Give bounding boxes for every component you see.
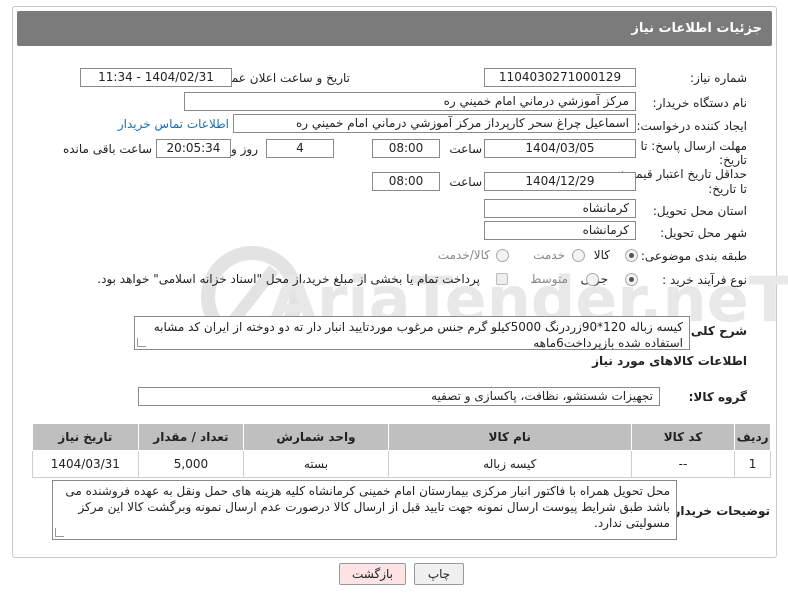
deadline-label-1: مهلت ارسال پاسخ: تا xyxy=(640,139,747,153)
process-radio-medium[interactable] xyxy=(586,273,599,286)
goods-table: ردیف کد کالا نام کالا واحد شمارش تعداد /… xyxy=(32,423,771,478)
goods-group-label: گروه کالا: xyxy=(688,390,747,404)
buyer-org-field: مرکز آموزشي درماني امام خميني ره xyxy=(184,92,636,111)
table-row: 1 -- کیسه زباله بسته 5,000 1404/03/31 xyxy=(32,450,771,478)
process-radio-minor[interactable] xyxy=(625,273,638,286)
category-label: طبقه بندی موضوعی: xyxy=(640,249,747,263)
notes-resize-handle[interactable] xyxy=(55,528,64,537)
remaining-time-field: 20:05:34 xyxy=(156,139,231,158)
treasury-payment-note: پرداخت تمام یا بخشی از مبلغ خرید،از محل … xyxy=(97,272,480,286)
buyer-contact-link[interactable]: اطلاعات تماس خریدار xyxy=(118,117,229,131)
deadline-time-label: ساعت xyxy=(449,142,482,156)
validity-time-label: ساعت xyxy=(449,175,482,189)
days-remaining-field: 4 xyxy=(266,139,334,158)
panel-header: جزئیات اطلاعات نیاز xyxy=(17,11,772,46)
validity-date-field: 1404/12/29 xyxy=(484,172,636,191)
process-option-medium: متوسط xyxy=(530,272,568,286)
cell-date: 1404/03/31 xyxy=(32,450,139,478)
city-label: شهر محل تحویل: xyxy=(660,226,747,240)
process-type-label: نوع فرآیند خرید : xyxy=(662,273,747,287)
print-button[interactable]: چاپ xyxy=(414,563,464,585)
category-radio-goods-service[interactable] xyxy=(496,249,509,262)
cell-qty: 5,000 xyxy=(137,450,245,478)
panel-title: جزئیات اطلاعات نیاز xyxy=(631,21,762,36)
requester-field: اسماعيل چراغ سحر کارپرداز مرکز آموزشي در… xyxy=(233,114,636,133)
goods-section-title: اطلاعات کالاهای مورد نیاز xyxy=(592,354,747,368)
category-radio-goods[interactable] xyxy=(625,249,638,262)
deadline-label-2: تاریخ: xyxy=(719,153,747,167)
goods-group-field: تجهیزات شستشو، نظافت، پاکسازی و تصفیه xyxy=(138,387,660,406)
remaining-time-label: ساعت باقی مانده xyxy=(62,142,152,156)
buyer-notes-label: توضیحات خریدار: xyxy=(668,504,770,518)
need-number-label: شماره نیاز: xyxy=(690,71,747,85)
need-number-field: 1104030271000129 xyxy=(484,68,636,87)
announce-date-field: 1404/02/31 - 11:34 xyxy=(80,68,232,87)
category-radio-service[interactable] xyxy=(572,249,585,262)
col-code: کد کالا xyxy=(630,423,736,451)
days-label: روز و xyxy=(231,142,258,156)
category-option-goods-service: کالا/خدمت xyxy=(437,248,490,262)
city-field: کرمانشاه xyxy=(484,221,636,240)
buyer-notes-field: محل تحویل همراه با فاکتور انبار مرکزی بی… xyxy=(52,480,677,540)
validity-label-1: حداقل تاریخ اعتبار قیمت: xyxy=(620,167,747,181)
col-qty: تعداد / مقدار xyxy=(137,423,245,451)
buyer-notes-text: محل تحویل همراه با فاکتور انبار مرکزی بی… xyxy=(65,484,670,530)
category-option-goods: کالا xyxy=(593,248,610,262)
description-field: کیسه زباله 120*90زردرنگ 5000کیلو گرم جنس… xyxy=(134,316,690,350)
validity-time-field: 08:00 xyxy=(372,172,440,191)
col-row: ردیف xyxy=(734,423,771,451)
back-button[interactable]: بازگشت xyxy=(339,563,406,585)
deadline-date-field: 1404/03/05 xyxy=(484,139,636,158)
description-text: کیسه زباله 120*90زردرنگ 5000کیلو گرم جنس… xyxy=(153,320,683,350)
validity-label-2: تا تاریخ: xyxy=(708,182,747,196)
cell-row: 1 xyxy=(734,450,771,478)
col-date: تاریخ نیاز xyxy=(32,423,139,451)
col-name: نام کالا xyxy=(387,423,632,451)
province-label: استان محل تحویل: xyxy=(652,204,747,218)
requester-label: ایجاد کننده درخواست: xyxy=(636,119,747,133)
treasury-payment-checkbox[interactable] xyxy=(496,273,508,285)
cell-unit: بسته xyxy=(243,450,389,478)
col-unit: واحد شمارش xyxy=(243,423,389,451)
deadline-time-field: 08:00 xyxy=(372,139,440,158)
buyer-org-label: نام دستگاه خریدار: xyxy=(652,96,748,110)
province-field: کرمانشاه xyxy=(484,199,636,218)
cell-name: کیسه زباله xyxy=(387,450,632,478)
cell-code: -- xyxy=(630,450,736,478)
resize-handle[interactable] xyxy=(137,338,146,347)
goods-table-header: ردیف کد کالا نام کالا واحد شمارش تعداد /… xyxy=(32,423,771,451)
category-option-service: خدمت xyxy=(533,248,565,262)
